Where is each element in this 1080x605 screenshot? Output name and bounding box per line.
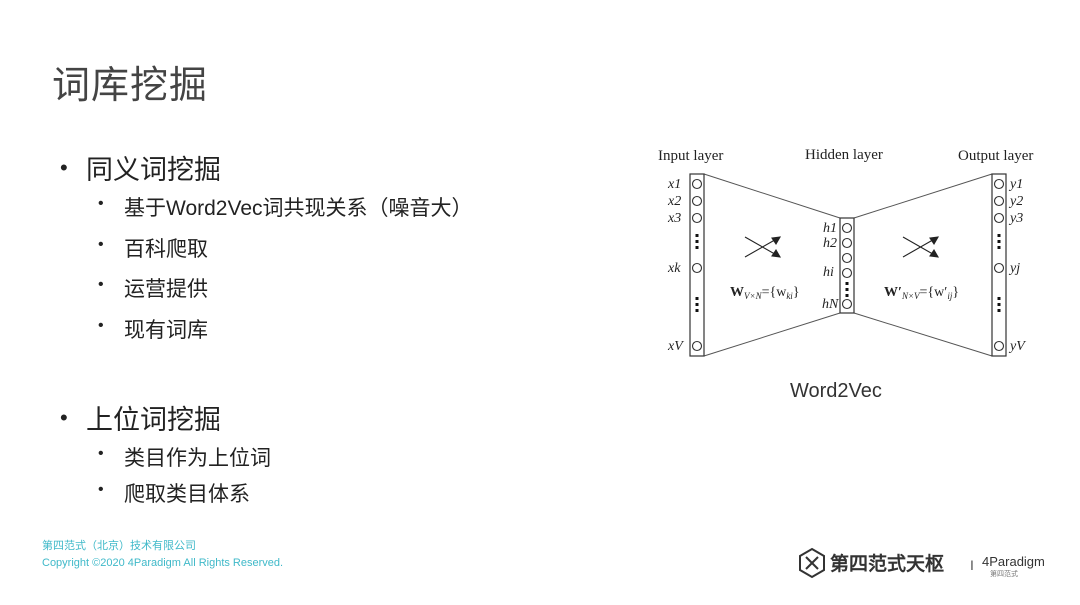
weight-right-label: W′N×V={w′ij} xyxy=(884,285,959,301)
list-item-text: 百科爬取 xyxy=(124,238,208,261)
input-node xyxy=(691,178,703,190)
output-node xyxy=(993,340,1005,352)
node-label-x3: x3 xyxy=(667,211,681,226)
weight-left-symbol: W xyxy=(730,285,744,300)
footer-company: 第四范式（北京）技术有限公司 xyxy=(42,540,196,552)
node-label-h1: h1 xyxy=(823,221,837,236)
output-node xyxy=(993,195,1005,207)
cross-arrows-right xyxy=(902,236,940,258)
weight-right-symbol: W′ xyxy=(884,285,902,300)
bullet-dot: • xyxy=(98,445,104,462)
hidden-node xyxy=(841,298,853,310)
bullet-dot: • xyxy=(60,155,68,180)
weight-left-label: WV×N={wki} xyxy=(730,285,800,301)
weight-right-set: ={w′ xyxy=(920,285,948,300)
weight-left-set: ={w xyxy=(762,285,788,300)
bullet-dot: • xyxy=(98,236,104,253)
hidden-ellipsis xyxy=(845,282,849,297)
hidden-node xyxy=(841,252,853,264)
brand-name-en-sub: 第四范式 xyxy=(990,569,1018,578)
brand-separator: I xyxy=(970,557,974,573)
node-label-x2: x2 xyxy=(667,194,681,209)
node-label-xk: xk xyxy=(667,261,681,276)
hidden-node-labels: h1 h2 hi hN xyxy=(822,221,839,312)
bullet-dot: • xyxy=(98,276,104,293)
brand-name-cn: 第四范式天枢 xyxy=(830,552,944,575)
brand-name-en: 4Paradigm xyxy=(982,554,1045,569)
brand-logo: 第四范式天枢 I 4Paradigm 第四范式 xyxy=(798,546,1048,580)
node-label-hn: hN xyxy=(822,297,839,312)
input-node xyxy=(691,340,703,352)
brand-mark-icon xyxy=(799,547,825,579)
input-node xyxy=(691,212,703,224)
output-node xyxy=(993,212,1005,224)
hidden-node xyxy=(841,267,853,279)
node-label-x1: x1 xyxy=(667,177,681,192)
diagram-caption: Word2Vec xyxy=(790,380,882,402)
hidden-layer-label: Hidden layer xyxy=(805,147,883,163)
node-label-yv: yV xyxy=(1008,339,1026,354)
hidden-node xyxy=(841,222,853,234)
slide-title: 词库挖掘 xyxy=(52,65,209,107)
node-label-xv: xV xyxy=(667,339,684,354)
node-label-y1: y1 xyxy=(1008,177,1023,192)
node-label-y3: y3 xyxy=(1008,211,1023,226)
word2vec-diagram: Input layer Hidden layer Output layer x1… xyxy=(640,140,1060,370)
hidden-node xyxy=(841,237,853,249)
node-label-hi: hi xyxy=(823,265,834,280)
list-item-text: 运营提供 xyxy=(124,278,208,301)
output-node xyxy=(993,178,1005,190)
section-heading: 上位词挖掘 xyxy=(86,405,221,435)
weight-left-close: } xyxy=(793,285,800,300)
input-layer-label: Input layer xyxy=(658,148,723,164)
section-heading: 同义词挖掘 xyxy=(86,155,221,185)
bullet-dot: • xyxy=(98,481,104,498)
word2vec-svg: Input layer Hidden layer Output layer x1… xyxy=(658,147,1033,357)
output-layer-label: Output layer xyxy=(958,148,1033,164)
node-label-h2: h2 xyxy=(823,236,837,251)
list-item-text: 基于Word2Vec词共现关系（噪音大） xyxy=(124,197,473,220)
list-item-text: 爬取类目体系 xyxy=(124,483,250,506)
input-node xyxy=(691,195,703,207)
brand-logo-svg: 第四范式天枢 I 4Paradigm 第四范式 xyxy=(799,547,1045,579)
list-item-text: 类目作为上位词 xyxy=(124,447,271,470)
bullet-dot: • xyxy=(60,405,68,430)
input-node-labels: x1 x2 x3 xk xV xyxy=(667,177,684,354)
cross-arrows-left xyxy=(744,236,782,258)
output-node-labels: y1 y2 y3 yj yV xyxy=(1008,177,1026,354)
weight-left-sub: V×N xyxy=(744,291,763,301)
node-label-y2: y2 xyxy=(1008,194,1023,209)
bullet-dot: • xyxy=(98,317,104,334)
footer-copyright: Copyright ©2020 4Paradigm All Rights Res… xyxy=(42,557,284,569)
node-label-yj: yj xyxy=(1008,261,1020,276)
footer: 第四范式（北京）技术有限公司 Copyright ©2020 4Paradigm… xyxy=(42,538,283,572)
bullet-dot: • xyxy=(98,195,104,212)
weight-right-close: } xyxy=(952,285,959,300)
output-node xyxy=(993,262,1005,274)
weight-right-sub: N×V xyxy=(901,291,921,301)
list-item-text: 现有词库 xyxy=(124,319,208,342)
input-node xyxy=(691,262,703,274)
